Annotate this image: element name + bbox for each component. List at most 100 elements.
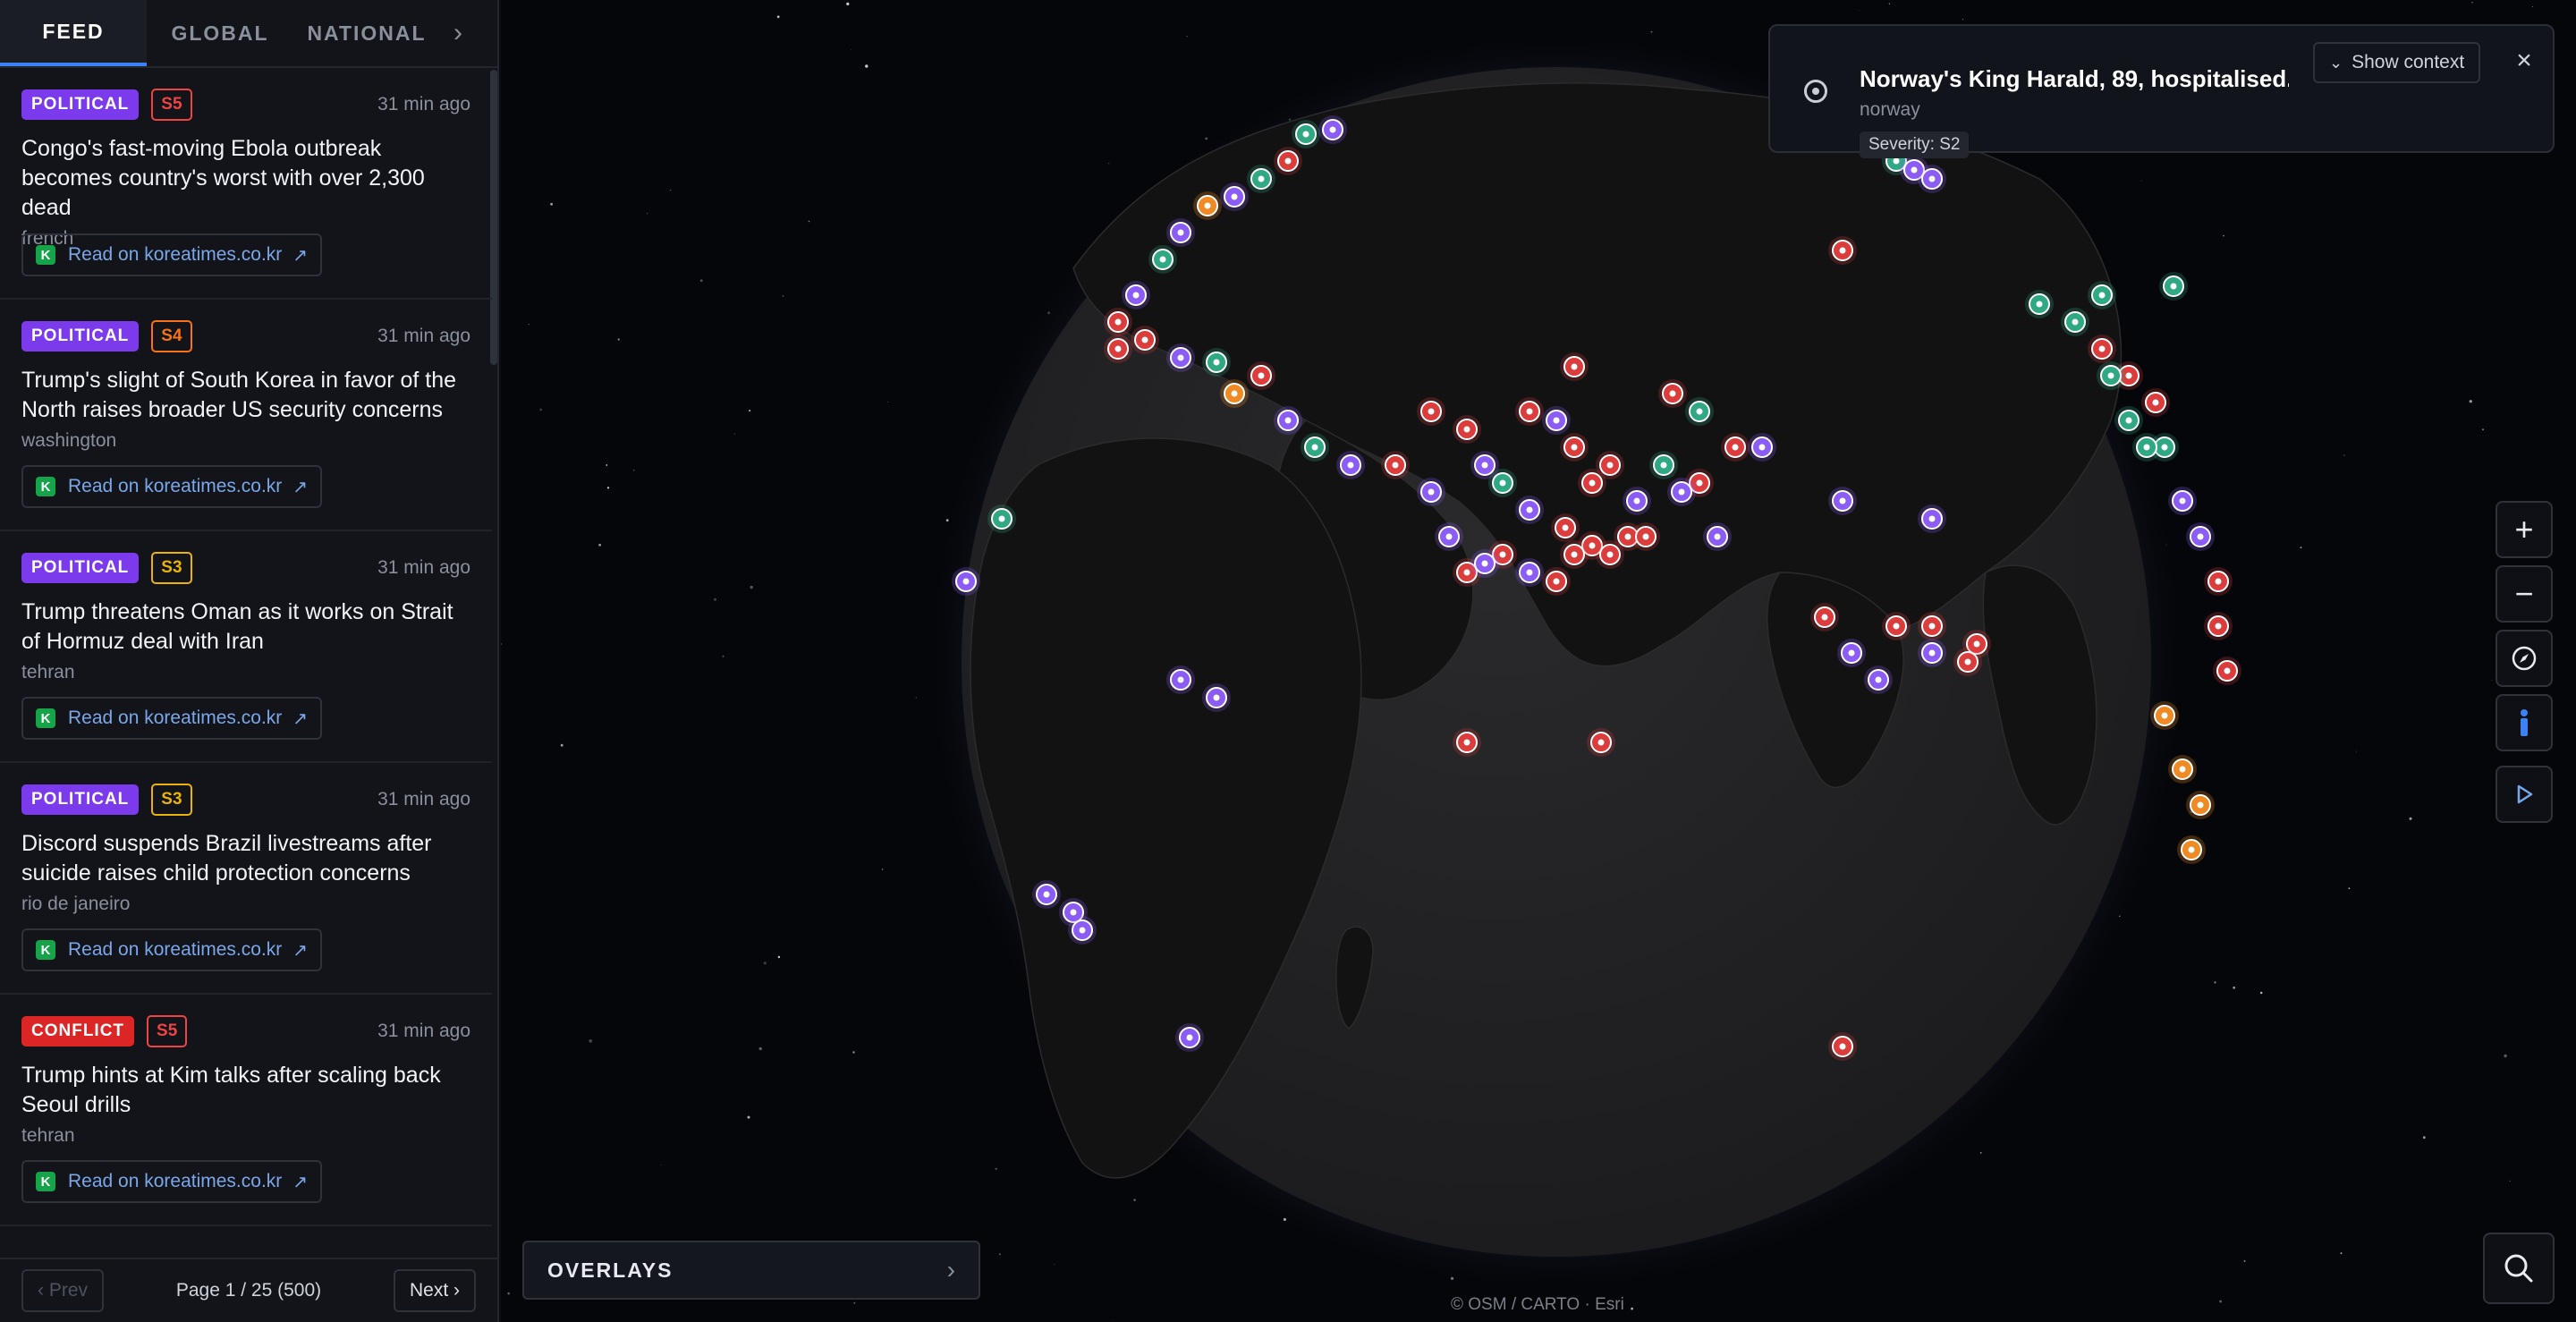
feed-item[interactable]: CONFLICT S5 31 min ago Trump hints at Ki…: [0, 995, 492, 1226]
economic-event-marker[interactable]: [2097, 361, 2125, 390]
conflict-event-marker[interactable]: [1381, 451, 1410, 479]
economic-event-marker[interactable]: [1202, 348, 1231, 377]
political-event-marker[interactable]: [1318, 115, 1347, 144]
economic-event-marker[interactable]: [1649, 451, 1678, 479]
read-source-link[interactable]: K Read on koreatimes.co.kr ↗: [21, 697, 323, 740]
political-event-marker[interactable]: [1166, 665, 1195, 694]
read-source-link[interactable]: K Read on koreatimes.co.kr ↗: [21, 928, 323, 971]
feed-item[interactable]: POLITICAL S4 31 min ago Trump's slight o…: [0, 300, 492, 531]
conflict-event-marker[interactable]: [1453, 728, 1481, 757]
conflict-event-marker[interactable]: [1131, 326, 1159, 354]
conflict-event-marker[interactable]: [1560, 433, 1589, 462]
economic-event-marker[interactable]: [1301, 433, 1329, 462]
read-source-link[interactable]: K Read on koreatimes.co.kr ↗: [21, 1160, 323, 1203]
conflict-event-marker[interactable]: [1274, 147, 1302, 175]
political-event-marker[interactable]: [1336, 451, 1365, 479]
street-view-button[interactable]: [2496, 694, 2553, 751]
conflict-event-marker[interactable]: [1596, 451, 1624, 479]
chevron-right-icon[interactable]: ›: [440, 0, 476, 66]
political-event-marker[interactable]: [2168, 487, 2197, 515]
feed-item[interactable]: POLITICAL S3 31 min ago Trump threatens …: [0, 531, 492, 763]
conflict-event-marker[interactable]: [1542, 567, 1571, 596]
conflict-event-marker[interactable]: [2204, 567, 2233, 596]
conflict-event-marker[interactable]: [1104, 335, 1132, 363]
event-notification[interactable]: Norway's King Harald, 89, hospitalised..…: [1768, 24, 2555, 158]
political-event-marker[interactable]: [1470, 549, 1499, 578]
economic-event-marker[interactable]: [987, 504, 1016, 533]
conflict-event-marker[interactable]: [1953, 648, 1982, 676]
fire-event-marker[interactable]: [1220, 379, 1249, 408]
feed-item[interactable]: POLITICAL S5 31 min ago Congo's fast-mov…: [0, 68, 492, 300]
political-event-marker[interactable]: [1220, 182, 1249, 211]
economic-event-marker[interactable]: [2114, 406, 2143, 435]
zoom-out-button[interactable]: −: [2496, 565, 2553, 623]
political-event-marker[interactable]: [1166, 343, 1195, 372]
political-event-marker[interactable]: [1274, 406, 1302, 435]
overlays-toggle[interactable]: OVERLAYS ›: [522, 1241, 980, 1300]
political-event-marker[interactable]: [952, 567, 980, 596]
prev-page-button[interactable]: ‹ Prev: [21, 1269, 105, 1312]
political-event-marker[interactable]: [1918, 165, 1946, 193]
political-event-marker[interactable]: [1864, 665, 1893, 694]
economic-event-marker[interactable]: [1247, 165, 1275, 193]
conflict-event-marker[interactable]: [1247, 361, 1275, 390]
globe-canvas[interactable]: [501, 0, 2576, 1322]
conflict-event-marker[interactable]: [1551, 513, 1580, 542]
political-event-marker[interactable]: [1918, 504, 1946, 533]
zoom-in-button[interactable]: +: [2496, 501, 2553, 558]
feed-item[interactable]: POLITICAL S3 31 min ago Discord suspends…: [0, 763, 492, 995]
political-event-marker[interactable]: [1122, 281, 1150, 309]
conflict-event-marker[interactable]: [1828, 1032, 1857, 1061]
globe-map[interactable]: OVERLAYS › © OSM / CARTO · Esri: [501, 0, 2576, 1322]
political-event-marker[interactable]: [1515, 558, 1544, 587]
economic-event-marker[interactable]: [2159, 272, 2188, 301]
political-event-marker[interactable]: [1032, 880, 1061, 909]
political-event-marker[interactable]: [1918, 639, 1946, 667]
conflict-event-marker[interactable]: [1560, 540, 1589, 569]
tab-global[interactable]: GLOBAL: [147, 0, 293, 66]
conflict-event-marker[interactable]: [1515, 397, 1544, 426]
tab-national[interactable]: NATIONAL: [293, 0, 440, 66]
political-event-marker[interactable]: [1068, 916, 1097, 945]
conflict-event-marker[interactable]: [1810, 603, 1839, 631]
conflict-event-marker[interactable]: [1453, 415, 1481, 444]
conflict-event-marker[interactable]: [1417, 397, 1445, 426]
conflict-event-marker[interactable]: [2088, 335, 2116, 363]
read-source-link[interactable]: K Read on koreatimes.co.kr ↗: [21, 465, 323, 508]
economic-event-marker[interactable]: [1292, 120, 1320, 148]
fire-event-marker[interactable]: [2168, 755, 2197, 784]
conflict-event-marker[interactable]: [1658, 379, 1687, 408]
economic-event-marker[interactable]: [2132, 433, 2161, 462]
political-event-marker[interactable]: [1828, 487, 1857, 515]
show-context-button[interactable]: ⌄ Show context: [2313, 42, 2481, 83]
political-event-marker[interactable]: [1202, 683, 1231, 712]
conflict-event-marker[interactable]: [1882, 612, 1911, 640]
next-page-button[interactable]: Next ›: [393, 1269, 476, 1312]
economic-event-marker[interactable]: [2088, 281, 2116, 309]
tab-feed[interactable]: FEED: [0, 0, 147, 66]
compass-button[interactable]: [2496, 630, 2553, 687]
political-event-marker[interactable]: [1515, 496, 1544, 524]
economic-event-marker[interactable]: [2025, 290, 2054, 318]
conflict-event-marker[interactable]: [1104, 308, 1132, 336]
conflict-event-marker[interactable]: [1596, 540, 1624, 569]
political-event-marker[interactable]: [1667, 478, 1696, 506]
conflict-event-marker[interactable]: [2213, 657, 2241, 685]
economic-event-marker[interactable]: [2061, 308, 2089, 336]
political-event-marker[interactable]: [1417, 478, 1445, 506]
close-icon[interactable]: ×: [2505, 42, 2543, 80]
political-event-marker[interactable]: [1175, 1023, 1204, 1052]
conflict-event-marker[interactable]: [1828, 236, 1857, 265]
play-button[interactable]: [2496, 766, 2553, 823]
conflict-event-marker[interactable]: [2204, 612, 2233, 640]
political-event-marker[interactable]: [1435, 522, 1463, 551]
conflict-event-marker[interactable]: [1721, 433, 1750, 462]
political-event-marker[interactable]: [1748, 433, 1776, 462]
fire-event-marker[interactable]: [2186, 791, 2215, 819]
political-event-marker[interactable]: [1166, 218, 1195, 247]
read-source-link[interactable]: K Read on koreatimes.co.kr ↗: [21, 233, 323, 276]
search-button[interactable]: [2483, 1233, 2555, 1304]
conflict-event-marker[interactable]: [1587, 728, 1615, 757]
political-event-marker[interactable]: [1837, 639, 1866, 667]
political-event-marker[interactable]: [1542, 406, 1571, 435]
